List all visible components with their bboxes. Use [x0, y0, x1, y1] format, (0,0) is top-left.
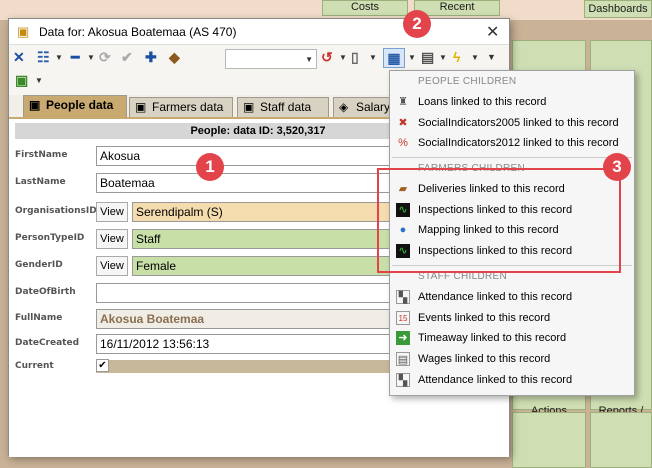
menu-item-timeaway[interactable]: ➜ Timeaway linked to this record: [394, 329, 632, 348]
tab-staff-data[interactable]: ▣ Staff data: [237, 97, 329, 117]
table-children-icon[interactable]: ▦: [383, 48, 405, 68]
menu-item-attendance-2[interactable]: ▚ Attendance linked to this record: [394, 371, 632, 390]
menu-item-loans[interactable]: ♜ Loans linked to this record: [394, 93, 632, 112]
highlight-box: [377, 168, 621, 273]
tab-people-data[interactable]: ▣ People data: [23, 95, 127, 117]
chevron-down-icon[interactable]: ▼: [87, 53, 95, 62]
label-organisationsid: OrganisationsID: [15, 206, 97, 216]
chevron-down-icon[interactable]: ▼: [487, 48, 496, 66]
cancel-x-icon[interactable]: ✕: [13, 48, 25, 66]
callout-badge-1: 1: [196, 153, 224, 181]
label-dateofbirth: DateOfBirth: [15, 287, 76, 297]
chevron-down-icon[interactable]: ▼: [339, 53, 347, 62]
arrow-right-icon: ➜: [396, 331, 410, 345]
view-gender-button[interactable]: View: [96, 256, 128, 276]
menu-divider: [392, 157, 632, 158]
callout-badge-2: 2: [403, 10, 431, 38]
calendar-icon: 15: [396, 311, 410, 325]
menu-item-socialindicators2012[interactable]: % SocialIndicators2012 linked to this rec…: [394, 134, 632, 153]
background-tile-dashboards[interactable]: Dashboards: [584, 0, 652, 18]
percent-icon: %: [398, 137, 408, 149]
chart-icon: ✖: [398, 117, 408, 129]
check-icon[interactable]: ✔: [121, 48, 133, 66]
current-checkbox[interactable]: ✔: [96, 359, 109, 372]
chevron-down-icon[interactable]: ▼: [439, 53, 447, 62]
chevron-down-icon[interactable]: ▼: [471, 53, 479, 62]
label-current: Current: [15, 361, 54, 371]
gift-icon: ▣: [29, 98, 41, 112]
dialog-title: Data for: Akosua Boatemaa (AS 470): [39, 25, 237, 39]
money-bag-icon: ♜: [398, 96, 408, 108]
label-lastname: LastName: [15, 177, 66, 187]
chevron-down-icon[interactable]: ▼: [369, 53, 377, 62]
view-persontype-button[interactable]: View: [96, 229, 128, 249]
view-organisation-button[interactable]: View: [96, 202, 128, 222]
gift-icon: ▣: [135, 100, 147, 114]
chevron-down-icon[interactable]: ▼: [35, 76, 43, 85]
chevron-down-icon[interactable]: ▼: [305, 55, 313, 64]
attendance-icon: ▚: [396, 373, 410, 387]
label-firstname: FirstName: [15, 150, 68, 160]
money-bag-icon: ◈: [339, 100, 349, 114]
label-genderid: GenderID: [15, 260, 63, 270]
map-icon[interactable]: ▣: [15, 71, 28, 89]
menu-item-wages[interactable]: ▤ Wages linked to this record: [394, 350, 632, 369]
menu-item-socialindicators2005[interactable]: ✖ SocialIndicators2005 linked to this rec…: [394, 114, 632, 133]
record-combo[interactable]: ▼: [225, 49, 317, 69]
refresh-icon[interactable]: ⟳: [99, 48, 111, 66]
tree-icon[interactable]: ☷: [37, 48, 50, 66]
wages-icon: ▤: [396, 352, 410, 366]
delete-record-icon[interactable]: ━: [71, 48, 79, 66]
label-fullname: FullName: [15, 313, 63, 323]
document-icon[interactable]: ▯: [351, 48, 359, 66]
close-button[interactable]: ✕: [486, 22, 499, 42]
section-people-children: PEOPLE CHILDREN: [418, 76, 517, 87]
form-icon[interactable]: ▤: [421, 48, 434, 66]
dialog-titlebar: ▣ Data for: Akosua Boatemaa (AS 470) ✕: [9, 19, 509, 45]
callout-badge-3: 3: [603, 153, 631, 181]
label-datecreated: DateCreated: [15, 338, 80, 348]
chevron-down-icon[interactable]: ▼: [408, 53, 416, 62]
chevron-down-icon[interactable]: ▼: [55, 53, 63, 62]
background-tile[interactable]: [590, 412, 652, 468]
menu-item-attendance[interactable]: ▚ Attendance linked to this record: [394, 288, 632, 307]
tab-farmers-data[interactable]: ▣ Farmers data: [129, 97, 233, 117]
label-persontypeid: PersonTypeID: [15, 233, 85, 243]
menu-item-events[interactable]: 15 Events linked to this record: [394, 309, 632, 328]
attendance-icon: ▚: [396, 290, 410, 304]
gift-icon: ▣: [243, 100, 255, 114]
add-record-icon[interactable]: ✚: [145, 48, 157, 66]
background-tile-costs[interactable]: Costs: [322, 0, 408, 16]
background-tile[interactable]: [512, 412, 586, 468]
gift-icon: ▣: [17, 24, 30, 39]
undo-icon[interactable]: ↺: [321, 48, 333, 66]
lightning-icon[interactable]: ϟ: [453, 48, 460, 66]
tab-salary[interactable]: ◈ Salary: [333, 97, 391, 117]
eraser-icon[interactable]: ◆: [169, 48, 180, 66]
